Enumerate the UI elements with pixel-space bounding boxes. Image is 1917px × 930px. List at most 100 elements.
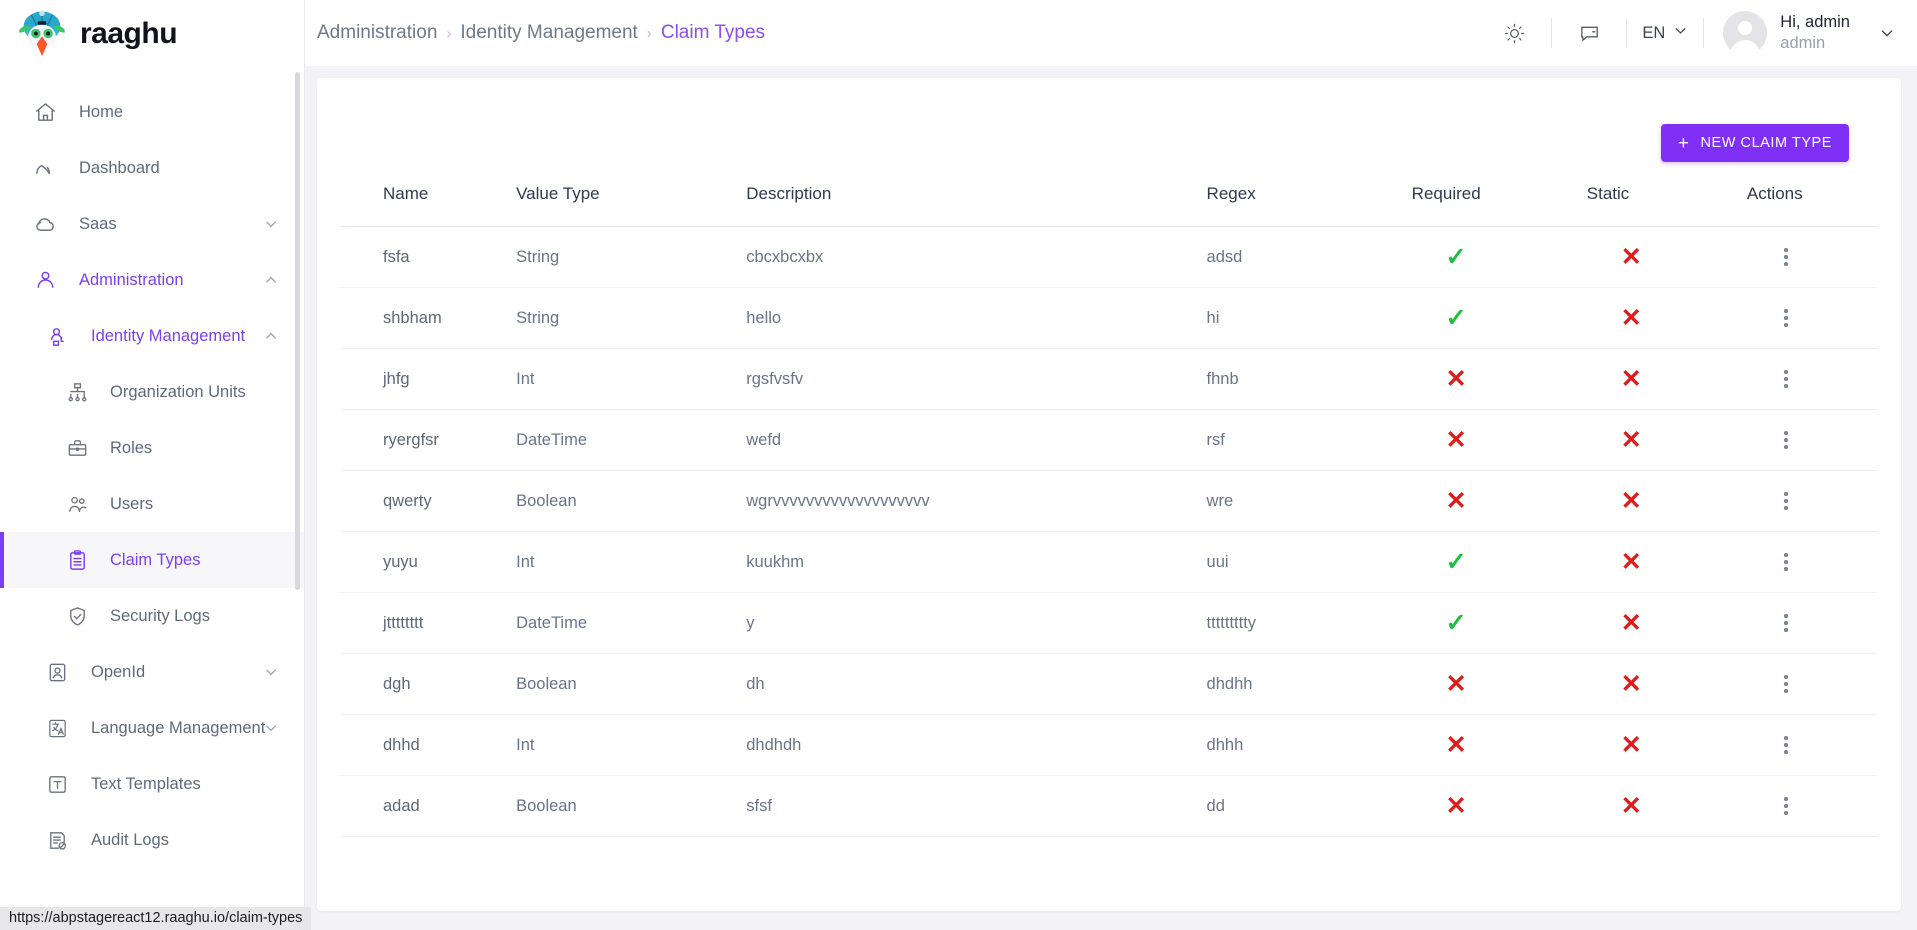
table-row: dgh Boolean dh dhdhh ✕ ✕ xyxy=(341,653,1877,715)
chevron-up-icon[interactable] xyxy=(264,329,278,343)
cell-regex: rsf xyxy=(1206,409,1412,471)
kebab-menu-icon[interactable] xyxy=(1775,553,1797,571)
sidebar-item-label: Saas xyxy=(79,214,117,233)
sidebar-item-users[interactable]: Users xyxy=(0,476,304,532)
profile-greeting: Hi, admin xyxy=(1780,13,1850,32)
kebab-menu-icon[interactable] xyxy=(1775,797,1797,815)
cell-static: ✕ xyxy=(1586,287,1747,349)
language-code: EN xyxy=(1642,23,1666,42)
cell-description: wgrvvvvvvvvvvvvvvvvvvv xyxy=(746,470,1207,532)
language-selector[interactable]: EN xyxy=(1636,23,1694,43)
check-icon: ✓ xyxy=(1445,608,1467,637)
sidebar-item-dashboard[interactable]: Dashboard xyxy=(0,140,304,196)
kebab-menu-icon[interactable] xyxy=(1775,675,1797,693)
sidebar-item-organization-units[interactable]: Organization Units xyxy=(0,364,304,420)
chevron-down-icon[interactable] xyxy=(264,217,278,231)
table-row: jhfg Int rgsfvsfv fhnb ✕ ✕ xyxy=(341,348,1877,410)
cell-actions xyxy=(1746,714,1877,776)
sidebar-item-audit-logs[interactable]: Audit Logs xyxy=(0,812,304,868)
breadcrumb-item-identity-management[interactable]: Identity Management xyxy=(460,22,637,44)
cell-actions xyxy=(1746,775,1877,837)
sidebar-item-openid[interactable]: OpenId xyxy=(0,644,304,700)
chevron-down-icon[interactable] xyxy=(264,665,278,679)
column-header-value-type[interactable]: Value Type xyxy=(516,184,747,227)
clipboard-list-icon xyxy=(64,547,90,573)
cell-value-type: Int xyxy=(516,348,747,410)
home-icon xyxy=(32,99,58,125)
identity-hierarchy-icon xyxy=(44,323,70,349)
sidebar-item-label: Users xyxy=(110,494,154,513)
cell-name: fsfa xyxy=(341,226,517,288)
topbar-divider xyxy=(1551,18,1553,48)
cell-value-type: String xyxy=(516,226,747,288)
cross-icon: ✕ xyxy=(1620,303,1642,332)
breadcrumb-item-claim-types[interactable]: Claim Types xyxy=(661,22,765,44)
chevron-up-icon[interactable] xyxy=(264,273,278,287)
kebab-menu-icon[interactable] xyxy=(1775,370,1797,388)
column-header-required[interactable]: Required xyxy=(1411,184,1587,227)
chat-bubble-icon[interactable] xyxy=(1561,0,1617,66)
profile-menu[interactable]: Hi, admin admin xyxy=(1723,11,1895,55)
cell-required: ✓ xyxy=(1411,287,1587,349)
brightness-sun-icon[interactable] xyxy=(1486,0,1542,66)
breadcrumb-item-administration[interactable]: Administration xyxy=(317,22,437,44)
cell-name: qwerty xyxy=(341,470,517,532)
sidebar-item-language-management[interactable]: Language Management xyxy=(0,700,304,756)
sidebar-item-label: Dashboard xyxy=(79,158,160,177)
cell-value-type: DateTime xyxy=(516,409,747,471)
cell-description: kuukhm xyxy=(746,531,1207,593)
sidebar-item-claim-types[interactable]: Claim Types xyxy=(0,532,304,588)
kebab-menu-icon[interactable] xyxy=(1775,248,1797,266)
column-header-static[interactable]: Static xyxy=(1586,184,1747,227)
kebab-menu-icon[interactable] xyxy=(1775,309,1797,327)
cell-description: hello xyxy=(746,287,1207,349)
table-header: Name Value Type Description Regex Requir… xyxy=(341,184,1877,227)
cell-name: adad xyxy=(341,775,517,837)
cross-icon: ✕ xyxy=(1620,730,1642,759)
claim-types-table: Name Value Type Description Regex Requir… xyxy=(341,184,1877,837)
cross-icon: ✕ xyxy=(1620,547,1642,576)
kebab-menu-icon[interactable] xyxy=(1775,431,1797,449)
kebab-menu-icon[interactable] xyxy=(1775,492,1797,510)
brand-header[interactable]: raaghu xyxy=(0,0,304,68)
cell-required: ✕ xyxy=(1411,653,1587,715)
content-area: + NEW CLAIM TYPE Name Value Type Descrip… xyxy=(305,66,1917,930)
cell-regex: adsd xyxy=(1206,226,1412,288)
kebab-menu-icon[interactable] xyxy=(1775,736,1797,754)
cell-required: ✓ xyxy=(1411,531,1587,593)
kebab-menu-icon[interactable] xyxy=(1775,614,1797,632)
cell-description: cbcxbcxbx xyxy=(746,226,1207,288)
sidebar-item-roles[interactable]: Roles xyxy=(0,420,304,476)
profile-username: admin xyxy=(1780,34,1826,52)
sidebar-item-administration[interactable]: Administration xyxy=(0,252,304,308)
cell-static: ✕ xyxy=(1586,775,1747,837)
new-claim-type-button[interactable]: + NEW CLAIM TYPE xyxy=(1660,124,1849,162)
sidebar-item-text-templates[interactable]: Text Templates xyxy=(0,756,304,812)
sidebar-item-security-logs[interactable]: Security Logs xyxy=(0,588,304,644)
table-row: jtttttttt DateTime y ttttttttty ✓ ✕ xyxy=(341,592,1877,654)
sidebar-scrollbar-thumb[interactable] xyxy=(295,72,300,590)
breadcrumb-separator-icon: › xyxy=(446,24,452,42)
chevron-down-icon[interactable] xyxy=(1879,25,1895,41)
cell-description: wefd xyxy=(746,409,1207,471)
sidebar-item-label: Administration xyxy=(79,270,184,289)
table-row: shbham String hello hi ✓ ✕ xyxy=(341,287,1877,349)
column-header-description[interactable]: Description xyxy=(746,184,1207,227)
sidebar-item-home[interactable]: Home xyxy=(0,84,304,140)
sidebar-item-saas[interactable]: Saas xyxy=(0,196,304,252)
column-header-name[interactable]: Name xyxy=(341,184,517,227)
translate-icon xyxy=(44,715,70,741)
cell-actions xyxy=(1746,470,1877,532)
cell-regex: wre xyxy=(1206,470,1412,532)
column-header-regex[interactable]: Regex xyxy=(1206,184,1412,227)
check-icon: ✓ xyxy=(1445,303,1467,332)
status-bar-url: https://abpstagereact12.raaghu.io/claim-… xyxy=(0,907,312,930)
briefcase-icon xyxy=(64,435,90,461)
chevron-down-icon[interactable] xyxy=(264,721,278,735)
cell-static: ✕ xyxy=(1586,348,1747,410)
cross-icon: ✕ xyxy=(1620,486,1642,515)
cross-icon: ✕ xyxy=(1445,486,1467,515)
cell-regex: uui xyxy=(1206,531,1412,593)
profile-text: Hi, admin admin xyxy=(1780,12,1850,53)
sidebar-item-identity-management[interactable]: Identity Management xyxy=(0,308,304,364)
